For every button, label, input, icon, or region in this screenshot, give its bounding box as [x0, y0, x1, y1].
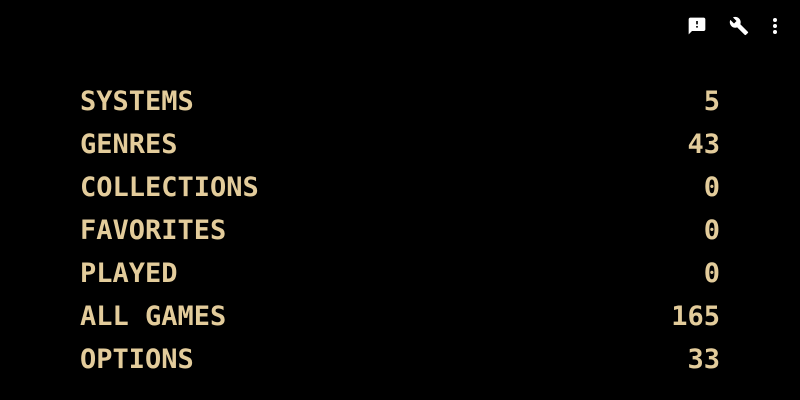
menu-item-count: 165 — [671, 301, 720, 332]
menu-item-label: COLLECTIONS — [80, 172, 259, 203]
menu-item-label: GENRES — [80, 129, 178, 160]
menu-item-count: 33 — [687, 344, 720, 375]
menu-item-played[interactable]: PLAYED 0 — [80, 252, 720, 295]
more-options-button[interactable] — [764, 12, 786, 40]
wrench-icon — [729, 16, 749, 36]
more-vert-icon — [772, 17, 778, 35]
menu-item-genres[interactable]: GENRES 43 — [80, 123, 720, 166]
menu-item-label: OPTIONS — [80, 344, 194, 375]
menu-item-label: FAVORITES — [80, 215, 227, 246]
menu-item-label: ALL GAMES — [80, 301, 227, 332]
menu-item-count: 0 — [703, 215, 720, 246]
menu-item-all-games[interactable]: ALL GAMES 165 — [80, 295, 720, 338]
menu-item-label: SYSTEMS — [80, 86, 194, 117]
menu-item-count: 5 — [703, 86, 720, 117]
top-toolbar — [680, 12, 786, 40]
menu-item-systems[interactable]: SYSTEMS 5 — [80, 80, 720, 123]
menu-item-options[interactable]: OPTIONS 33 — [80, 338, 720, 381]
app-screen: SYSTEMS 5 GENRES 43 COLLECTIONS 0 FAVORI… — [0, 0, 800, 400]
menu-item-collections[interactable]: COLLECTIONS 0 — [80, 166, 720, 209]
menu-item-label: PLAYED — [80, 258, 178, 289]
feedback-icon — [687, 16, 707, 36]
feedback-button[interactable] — [680, 12, 714, 40]
menu-item-count: 0 — [703, 172, 720, 203]
menu-item-count: 0 — [703, 258, 720, 289]
main-menu: SYSTEMS 5 GENRES 43 COLLECTIONS 0 FAVORI… — [80, 80, 720, 381]
menu-item-favorites[interactable]: FAVORITES 0 — [80, 209, 720, 252]
settings-button[interactable] — [722, 12, 756, 40]
menu-item-count: 43 — [687, 129, 720, 160]
